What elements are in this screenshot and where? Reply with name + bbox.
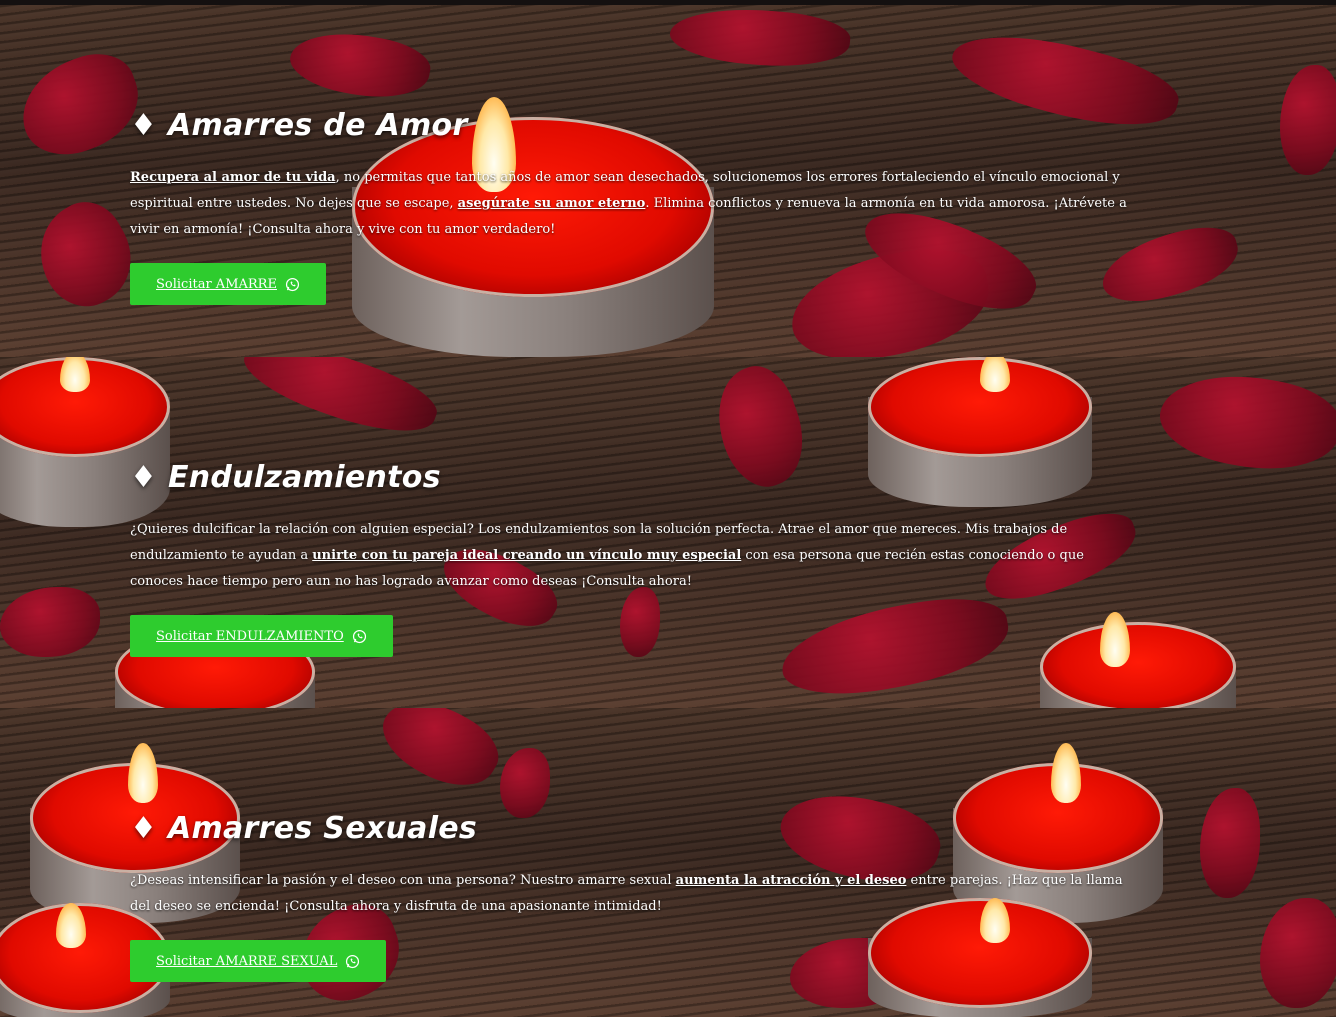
section-heading: ♦ Endulzamientos: [130, 460, 441, 495]
solicitar-endulzamiento-button[interactable]: Solicitar ENDULZAMIENTO: [130, 615, 393, 657]
inline-link[interactable]: unirte con tu pareja ideal creando un ví…: [312, 548, 741, 563]
section-heading: ♦ Amarres Sexuales: [130, 811, 478, 846]
whatsapp-icon: [352, 629, 366, 643]
section-content: ♦ Endulzamientos ¿Quieres dulcificar la …: [130, 460, 1130, 657]
whatsapp-icon: [285, 277, 300, 291]
section-content: ♦ Amarres Sexuales ¿Deseas intensificar …: [130, 811, 1130, 982]
inline-link[interactable]: aumenta la atracción y el deseo: [676, 873, 907, 888]
button-label: Solicitar AMARRE SEXUAL: [156, 953, 338, 969]
section-heading: ♦ Amarres de Amor: [130, 108, 468, 143]
button-label: Solicitar AMARRE: [156, 276, 277, 292]
paragraph-text: ¿Deseas intensificar la pasión y el dese…: [130, 873, 676, 888]
section-content: ♦ Amarres de Amor Recupera al amor de tu…: [130, 108, 1130, 305]
solicitar-amarre-button[interactable]: Solicitar AMARRE: [130, 263, 326, 305]
inline-link[interactable]: asegúrate su amor eterno: [458, 196, 646, 211]
section-endulzamientos: ♦ Endulzamientos ¿Quieres dulcificar la …: [0, 357, 1336, 708]
section-amarres-sexuales: ♦ Amarres Sexuales ¿Deseas intensificar …: [0, 708, 1336, 1017]
section-paragraph: Recupera al amor de tu vida, no permitas…: [130, 165, 1130, 243]
whatsapp-icon: [346, 954, 360, 968]
button-label: Solicitar ENDULZAMIENTO: [156, 628, 344, 644]
solicitar-amarre-sexual-button[interactable]: Solicitar AMARRE SEXUAL: [130, 940, 387, 982]
section-amarres-de-amor: ♦ Amarres de Amor Recupera al amor de tu…: [0, 5, 1336, 357]
inline-link[interactable]: Recupera al amor de tu vida: [130, 170, 336, 185]
section-paragraph: ¿Deseas intensificar la pasión y el dese…: [130, 868, 1130, 920]
section-paragraph: ¿Quieres dulcificar la relación con algu…: [130, 517, 1130, 595]
